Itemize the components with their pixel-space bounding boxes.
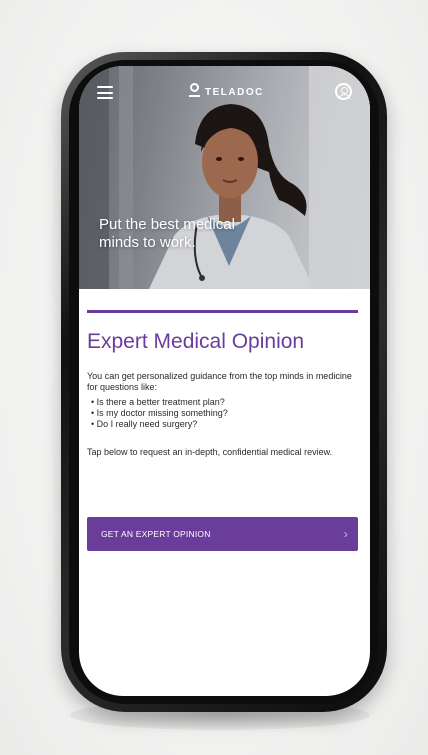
question-item: Do I really need surgery? [91,419,351,430]
question-item: Is my doctor missing something? [91,408,351,419]
chevron-right-icon: › [343,527,348,541]
question-item: Is there a better treatment plan? [91,397,351,408]
outro-text: Tap below to request an in-depth, confid… [87,447,333,457]
top-navigation-bar: TELADOC [79,66,370,118]
question-list: Is there a better treatment plan? Is my … [91,397,351,430]
user-account-icon[interactable] [335,83,352,100]
hero-tagline: Put the best medical minds to work. [99,216,235,251]
hamburger-menu-icon[interactable] [97,86,113,99]
section-divider [87,310,358,313]
brand-name: TELADOC [205,86,264,98]
intro-text: You can get personalized guidance from t… [87,371,352,392]
app-screen: TELADOC Put the best medical minds to wo… [79,66,370,696]
get-expert-opinion-button[interactable]: GET AN EXPERT OPINION › [87,517,358,551]
page-title: Expert Medical Opinion [87,330,305,353]
cta-label: GET AN EXPERT OPINION [101,529,211,539]
brand-logo: TELADOC [189,82,264,102]
hero-banner: TELADOC Put the best medical minds to wo… [79,66,370,289]
logo-mark-icon [189,83,200,101]
